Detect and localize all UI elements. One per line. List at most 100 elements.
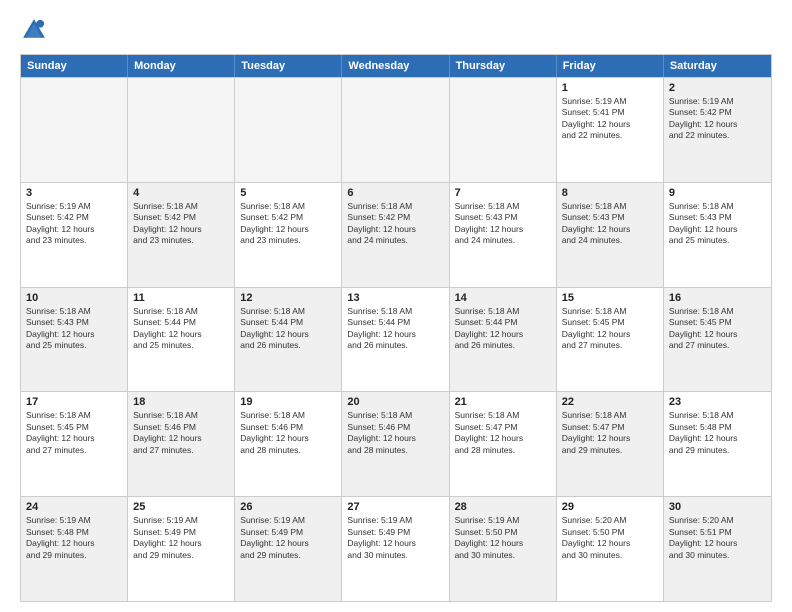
day-number: 13 (347, 292, 443, 304)
cal-cell-6: 6Sunrise: 5:18 AM Sunset: 5:42 PM Daylig… (342, 183, 449, 287)
day-info: Sunrise: 5:18 AM Sunset: 5:45 PM Dayligh… (26, 410, 122, 456)
day-info: Sunrise: 5:18 AM Sunset: 5:44 PM Dayligh… (455, 306, 551, 352)
cal-cell-empty-1 (128, 78, 235, 182)
day-number: 18 (133, 396, 229, 408)
day-number: 3 (26, 187, 122, 199)
day-number: 27 (347, 501, 443, 513)
day-info: Sunrise: 5:18 AM Sunset: 5:43 PM Dayligh… (562, 201, 658, 247)
day-info: Sunrise: 5:18 AM Sunset: 5:42 PM Dayligh… (240, 201, 336, 247)
cal-row-1: 3 Sunrise: 5:19 AM Sunset: 5:42 PM Daylig… (21, 182, 771, 287)
cal-cell-18: 18 Sunrise: 5:18 AM Sunset: 5:46 PM Dayli… (128, 392, 235, 496)
header-day-friday: Friday (557, 55, 664, 77)
cal-cell-10: 10 Sunrise: 5:18 AM Sunset: 5:43 PM Dayli… (21, 288, 128, 392)
calendar-body: 1 Sunrise: 5:19 AM Sunset: 5:41 PM Daylig… (21, 77, 771, 601)
cal-cell-1: 1 Sunrise: 5:19 AM Sunset: 5:41 PM Daylig… (557, 78, 664, 182)
day-number: 7 (455, 187, 551, 199)
day-info: Sunrise: 5:19 AM Sunset: 5:50 PM Dayligh… (455, 515, 551, 561)
day-number: 10 (26, 292, 122, 304)
cal-cell-21: 21Sunrise: 5:18 AM Sunset: 5:47 PM Dayli… (450, 392, 557, 496)
day-info: Sunrise: 5:18 AM Sunset: 5:45 PM Dayligh… (562, 306, 658, 352)
day-number: 22 (562, 396, 658, 408)
day-info: Sunrise: 5:18 AM Sunset: 5:42 PM Dayligh… (347, 201, 443, 247)
cal-cell-12: 12 Sunrise: 5:18 AM Sunset: 5:44 PM Dayli… (235, 288, 342, 392)
cal-cell-5: 5 Sunrise: 5:18 AM Sunset: 5:42 PM Daylig… (235, 183, 342, 287)
cal-row-4: 24 Sunrise: 5:19 AM Sunset: 5:48 PM Dayli… (21, 496, 771, 601)
day-info: Sunrise: 5:18 AM Sunset: 5:44 PM Dayligh… (240, 306, 336, 352)
header-day-sunday: Sunday (21, 55, 128, 77)
logo (20, 16, 52, 44)
cal-cell-20: 20 Sunrise: 5:18 AM Sunset: 5:46 PM Dayli… (342, 392, 449, 496)
day-info: Sunrise: 5:20 AM Sunset: 5:50 PM Dayligh… (562, 515, 658, 561)
cal-row-2: 10 Sunrise: 5:18 AM Sunset: 5:43 PM Dayli… (21, 287, 771, 392)
cal-cell-empty-2 (235, 78, 342, 182)
cal-cell-25: 25 Sunrise: 5:19 AM Sunset: 5:49 PM Dayli… (128, 497, 235, 601)
cal-cell-9: 9Sunrise: 5:18 AM Sunset: 5:43 PM Daylig… (664, 183, 771, 287)
cal-row-0: 1 Sunrise: 5:19 AM Sunset: 5:41 PM Daylig… (21, 77, 771, 182)
day-info: Sunrise: 5:18 AM Sunset: 5:43 PM Dayligh… (26, 306, 122, 352)
cal-cell-29: 29 Sunrise: 5:20 AM Sunset: 5:50 PM Dayli… (557, 497, 664, 601)
day-number: 14 (455, 292, 551, 304)
day-info: Sunrise: 5:19 AM Sunset: 5:42 PM Dayligh… (669, 96, 766, 142)
day-info: Sunrise: 5:18 AM Sunset: 5:46 PM Dayligh… (240, 410, 336, 456)
day-number: 1 (562, 82, 658, 94)
calendar: SundayMondayTuesdayWednesdayThursdayFrid… (20, 54, 772, 602)
day-number: 29 (562, 501, 658, 513)
header-day-wednesday: Wednesday (342, 55, 449, 77)
day-number: 8 (562, 187, 658, 199)
cal-cell-14: 14 Sunrise: 5:18 AM Sunset: 5:44 PM Dayli… (450, 288, 557, 392)
cal-cell-7: 7 Sunrise: 5:18 AM Sunset: 5:43 PM Daylig… (450, 183, 557, 287)
header-day-thursday: Thursday (450, 55, 557, 77)
cal-cell-28: 28 Sunrise: 5:19 AM Sunset: 5:50 PM Dayli… (450, 497, 557, 601)
day-number: 21 (455, 396, 551, 408)
day-number: 30 (669, 501, 766, 513)
day-number: 4 (133, 187, 229, 199)
cal-cell-16: 16 Sunrise: 5:18 AM Sunset: 5:45 PM Dayli… (664, 288, 771, 392)
day-number: 16 (669, 292, 766, 304)
cal-cell-30: 30Sunrise: 5:20 AM Sunset: 5:51 PM Dayli… (664, 497, 771, 601)
cal-cell-23: 23 Sunrise: 5:18 AM Sunset: 5:48 PM Dayli… (664, 392, 771, 496)
day-info: Sunrise: 5:19 AM Sunset: 5:42 PM Dayligh… (26, 201, 122, 247)
day-info: Sunrise: 5:18 AM Sunset: 5:43 PM Dayligh… (455, 201, 551, 247)
day-info: Sunrise: 5:18 AM Sunset: 5:44 PM Dayligh… (347, 306, 443, 352)
day-info: Sunrise: 5:18 AM Sunset: 5:47 PM Dayligh… (562, 410, 658, 456)
day-number: 5 (240, 187, 336, 199)
header-day-saturday: Saturday (664, 55, 771, 77)
day-info: Sunrise: 5:19 AM Sunset: 5:49 PM Dayligh… (240, 515, 336, 561)
cal-cell-13: 13 Sunrise: 5:18 AM Sunset: 5:44 PM Dayli… (342, 288, 449, 392)
day-info: Sunrise: 5:19 AM Sunset: 5:41 PM Dayligh… (562, 96, 658, 142)
day-info: Sunrise: 5:18 AM Sunset: 5:45 PM Dayligh… (669, 306, 766, 352)
day-number: 11 (133, 292, 229, 304)
day-number: 19 (240, 396, 336, 408)
day-number: 23 (669, 396, 766, 408)
day-info: Sunrise: 5:18 AM Sunset: 5:46 PM Dayligh… (347, 410, 443, 456)
cal-cell-empty-4 (450, 78, 557, 182)
day-number: 28 (455, 501, 551, 513)
day-number: 20 (347, 396, 443, 408)
day-number: 2 (669, 82, 766, 94)
day-info: Sunrise: 5:19 AM Sunset: 5:49 PM Dayligh… (347, 515, 443, 561)
cal-cell-15: 15 Sunrise: 5:18 AM Sunset: 5:45 PM Dayli… (557, 288, 664, 392)
page: SundayMondayTuesdayWednesdayThursdayFrid… (0, 0, 792, 612)
day-info: Sunrise: 5:18 AM Sunset: 5:46 PM Dayligh… (133, 410, 229, 456)
day-number: 15 (562, 292, 658, 304)
cal-cell-empty-3 (342, 78, 449, 182)
cal-cell-26: 26 Sunrise: 5:19 AM Sunset: 5:49 PM Dayli… (235, 497, 342, 601)
cal-cell-17: 17 Sunrise: 5:18 AM Sunset: 5:45 PM Dayli… (21, 392, 128, 496)
calendar-header: SundayMondayTuesdayWednesdayThursdayFrid… (21, 55, 771, 77)
day-info: Sunrise: 5:19 AM Sunset: 5:49 PM Dayligh… (133, 515, 229, 561)
cal-cell-24: 24 Sunrise: 5:19 AM Sunset: 5:48 PM Dayli… (21, 497, 128, 601)
cal-cell-22: 22 Sunrise: 5:18 AM Sunset: 5:47 PM Dayli… (557, 392, 664, 496)
day-info: Sunrise: 5:18 AM Sunset: 5:48 PM Dayligh… (669, 410, 766, 456)
cal-cell-8: 8 Sunrise: 5:18 AM Sunset: 5:43 PM Daylig… (557, 183, 664, 287)
cal-cell-4: 4Sunrise: 5:18 AM Sunset: 5:42 PM Daylig… (128, 183, 235, 287)
cal-row-3: 17 Sunrise: 5:18 AM Sunset: 5:45 PM Dayli… (21, 391, 771, 496)
day-number: 25 (133, 501, 229, 513)
day-number: 17 (26, 396, 122, 408)
day-number: 12 (240, 292, 336, 304)
day-number: 26 (240, 501, 336, 513)
header-day-monday: Monday (128, 55, 235, 77)
day-info: Sunrise: 5:18 AM Sunset: 5:43 PM Dayligh… (669, 201, 766, 247)
day-info: Sunrise: 5:19 AM Sunset: 5:48 PM Dayligh… (26, 515, 122, 561)
logo-icon (20, 16, 48, 44)
day-number: 24 (26, 501, 122, 513)
